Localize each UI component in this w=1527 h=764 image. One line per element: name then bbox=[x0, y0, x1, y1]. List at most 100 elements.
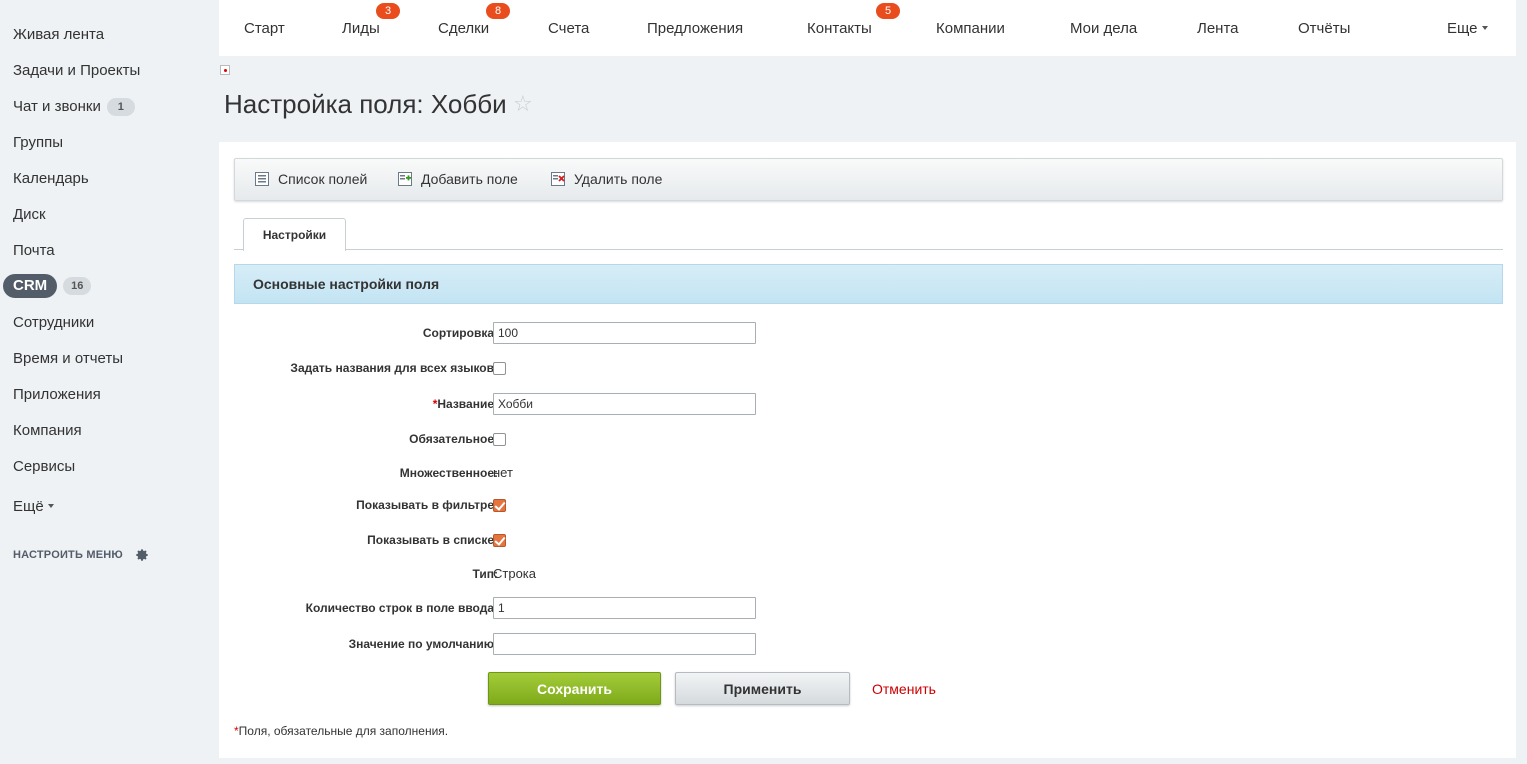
delete-field-button[interactable]: Удалить поле bbox=[551, 171, 662, 187]
apply-button[interactable]: Применить bbox=[675, 672, 850, 705]
nav-item-label: Лента bbox=[1197, 20, 1239, 37]
form-row-name: *Название: bbox=[234, 393, 1134, 417]
multiple-label: Множественное: bbox=[399, 466, 498, 480]
nav-item-reports[interactable]: Отчёты bbox=[1298, 18, 1350, 40]
sidebar-item-crm[interactable]: CRM 16 bbox=[3, 274, 92, 298]
section-header: Основные настройки поля bbox=[234, 264, 1503, 304]
sidebar-item-label: Время и отчеты bbox=[13, 350, 124, 367]
sidebar-item-groups[interactable]: Группы bbox=[13, 132, 63, 154]
configure-menu-label: НАСТРОИТЬ МЕНЮ bbox=[13, 549, 123, 561]
show-list-label: Показывать в списке: bbox=[367, 533, 498, 547]
multiple-value: нет bbox=[493, 465, 513, 480]
sidebar-item-label: Задачи и Проекты bbox=[13, 62, 141, 79]
nav-item-label: Счета bbox=[548, 20, 590, 37]
nav-item-label: Контакты bbox=[807, 20, 872, 37]
sidebar-item-label: Живая лента bbox=[13, 26, 105, 43]
type-value: Строка bbox=[493, 566, 537, 581]
nav-item-start[interactable]: Старт bbox=[244, 18, 285, 40]
list-icon bbox=[255, 172, 269, 186]
mandatory-label: Обязательное: bbox=[409, 432, 498, 446]
cancel-link[interactable]: Отменить bbox=[872, 681, 936, 697]
sidebar-item-chat[interactable]: Чат и звонки 1 bbox=[13, 96, 135, 118]
add-field-label: Добавить поле bbox=[421, 171, 518, 187]
sidebar-item-label: Сотрудники bbox=[13, 314, 95, 331]
required-footnote: *Поля, обязательные для заполнения. bbox=[234, 724, 448, 738]
nav-item-label: Сделки bbox=[438, 20, 490, 37]
tab-settings[interactable]: Настройки bbox=[243, 218, 346, 251]
sidebar-item-mail[interactable]: Почта bbox=[13, 240, 55, 262]
top-navigation: Старт Лиды 3 Сделки 8 Счета Предложения Ко… bbox=[219, 0, 1516, 56]
save-button[interactable]: Сохранить bbox=[488, 672, 661, 705]
work-area: Список полей Добавить поле Удалить поле … bbox=[219, 142, 1516, 758]
form-row-rows: Количество строк в поле ввода: bbox=[234, 597, 1134, 621]
show-list-checkbox[interactable] bbox=[493, 534, 506, 547]
field-list-label: Список полей bbox=[278, 171, 368, 187]
chat-count-badge: 1 bbox=[106, 98, 135, 116]
nav-item-feed[interactable]: Лента bbox=[1197, 18, 1239, 40]
sidebar-item-live-feed[interactable]: Живая лента bbox=[13, 24, 104, 46]
sidebar-item-label: CRM bbox=[3, 274, 58, 298]
nav-item-label: Еще bbox=[1447, 20, 1478, 37]
nav-item-companies[interactable]: Компании bbox=[936, 18, 1005, 40]
sidebar-item-services[interactable]: Сервисы bbox=[13, 456, 75, 478]
context-toolbar: Список полей Добавить поле Удалить поле bbox=[234, 158, 1503, 201]
add-field-button[interactable]: Добавить поле bbox=[398, 171, 518, 187]
sidebar-item-apps[interactable]: Приложения bbox=[13, 384, 101, 406]
nav-item-more[interactable]: Еще bbox=[1447, 18, 1488, 40]
form-row-show-list: Показывать в списке: bbox=[234, 529, 1134, 553]
page-scrollbar[interactable] bbox=[1516, 0, 1527, 764]
sidebar-item-label: Сервисы bbox=[13, 458, 76, 475]
sidebar-item-label: Компания bbox=[13, 422, 82, 439]
chevron-down-icon bbox=[1481, 26, 1488, 30]
nav-item-deals[interactable]: Сделки 8 bbox=[438, 3, 510, 40]
nav-item-label: Отчёты bbox=[1298, 20, 1351, 37]
field-list-button[interactable]: Список полей bbox=[255, 171, 367, 187]
sidebar-item-employees[interactable]: Сотрудники bbox=[13, 312, 94, 334]
nav-item-invoices[interactable]: Счета bbox=[548, 18, 589, 40]
nav-item-contacts[interactable]: Контакты 5 bbox=[807, 3, 900, 40]
all-languages-checkbox[interactable] bbox=[493, 362, 506, 375]
configure-menu-button[interactable]: НАСТРОИТЬ МЕНЮ bbox=[13, 548, 149, 562]
sidebar-item-company[interactable]: Компания bbox=[13, 420, 82, 442]
sidebar-item-tasks[interactable]: Задачи и Проекты bbox=[13, 60, 140, 82]
gear-icon bbox=[136, 549, 148, 561]
tabs-divider bbox=[234, 249, 1503, 250]
name-input[interactable] bbox=[493, 393, 756, 415]
sidebar-item-time-reports[interactable]: Время и отчеты bbox=[13, 348, 123, 370]
nav-item-quotes[interactable]: Предложения bbox=[647, 18, 743, 40]
default-value-label: Значение по умолчанию: bbox=[348, 637, 498, 651]
sidebar-item-disk[interactable]: Диск bbox=[13, 204, 46, 226]
rows-input[interactable] bbox=[493, 597, 756, 619]
default-value-input[interactable] bbox=[493, 633, 756, 655]
form-row-multiple: Множественное: нет bbox=[234, 462, 1134, 486]
debug-marker-icon bbox=[220, 65, 230, 75]
page-title: Настройка поля: Хобби bbox=[224, 89, 507, 119]
form-row-mandatory: Обязательное: bbox=[234, 428, 1134, 452]
show-filter-checkbox[interactable] bbox=[493, 499, 506, 512]
nav-item-leads[interactable]: Лиды 3 bbox=[342, 3, 400, 40]
sidebar-item-label: Группы bbox=[13, 134, 63, 151]
nav-item-label: Предложения bbox=[647, 20, 744, 37]
delete-icon bbox=[551, 172, 565, 186]
sidebar-item-label: Ещё bbox=[13, 498, 44, 515]
sidebar-item-label: Календарь bbox=[13, 170, 89, 187]
sort-label: Сортировка: bbox=[422, 326, 498, 340]
deals-count-badge: 8 bbox=[486, 3, 510, 19]
name-label: *Название: bbox=[433, 397, 498, 411]
sidebar-item-calendar[interactable]: Календарь bbox=[13, 168, 89, 190]
contacts-count-badge: 5 bbox=[876, 3, 900, 19]
form-row-default: Значение по умолчанию: bbox=[234, 633, 1134, 657]
nav-item-label: Старт bbox=[244, 20, 285, 37]
show-filter-label: Показывать в фильтре: bbox=[356, 498, 498, 512]
nav-item-label: Лиды bbox=[342, 20, 380, 37]
form-row-show-filter: Показывать в фильтре: bbox=[234, 494, 1134, 518]
mandatory-checkbox[interactable] bbox=[493, 433, 506, 446]
chevron-down-icon bbox=[47, 504, 54, 508]
nav-item-my-activities[interactable]: Мои дела bbox=[1070, 18, 1137, 40]
sidebar-item-label: Почта bbox=[13, 242, 55, 259]
star-outline-icon[interactable]: ☆ bbox=[513, 91, 533, 117]
sort-input[interactable] bbox=[493, 322, 756, 344]
sidebar-item-label: Чат и звонки bbox=[13, 98, 101, 115]
add-icon bbox=[398, 172, 412, 186]
sidebar-item-more[interactable]: Ещё bbox=[13, 496, 54, 518]
